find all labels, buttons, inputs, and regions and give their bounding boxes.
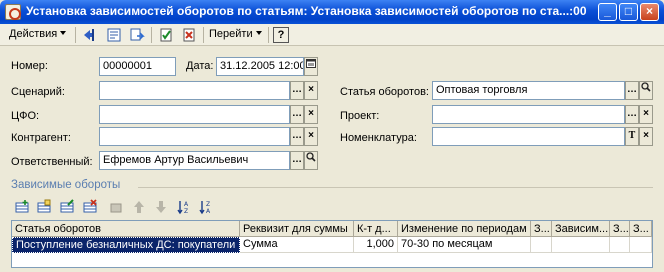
toolbar-separator	[151, 27, 152, 43]
project-field[interactable]	[432, 105, 625, 124]
edit-row-icon[interactable]	[59, 199, 75, 215]
counterparty-select-button[interactable]: …	[290, 127, 304, 146]
goto-label: Перейти	[209, 28, 253, 40]
table-cell[interactable]: 70-30 по месяцам	[398, 237, 531, 253]
column-header-coefficient[interactable]: К-т д...	[354, 221, 398, 237]
title-bar: Установка зависимостей оборотов по стать…	[0, 0, 664, 24]
section-divider	[138, 187, 653, 188]
sort-ascending-icon[interactable]: AZ	[176, 199, 192, 215]
post-document-icon[interactable]	[158, 27, 174, 43]
search-icon	[306, 152, 316, 162]
calendar-icon	[306, 59, 316, 68]
scenario-label: Сценарий:	[11, 86, 65, 98]
nomenclature-clear-button[interactable]: ×	[639, 127, 653, 146]
column-header-amount-attribute[interactable]: Реквизит для суммы	[240, 221, 354, 237]
window-title: Установка зависимостей оборотов по стать…	[26, 4, 587, 18]
cfo-select-button[interactable]: …	[290, 105, 304, 124]
date-field[interactable]: 31.12.2005 12:00	[216, 57, 304, 76]
toolbar: Действия Перейти ?	[0, 24, 664, 46]
nomenclature-type-button[interactable]: T	[625, 127, 639, 146]
table-row[interactable]: Поступление безналичных ДС: покупатели С…	[12, 237, 652, 253]
cfo-label: ЦФО:	[11, 110, 40, 122]
toolbar-separator	[268, 27, 269, 43]
add-row-icon[interactable]	[14, 199, 30, 215]
table-cell[interactable]: Сумма	[240, 237, 354, 253]
table-cell[interactable]	[531, 237, 552, 253]
table-cell[interactable]	[630, 237, 652, 253]
search-icon	[641, 82, 651, 92]
number-field[interactable]: 00000001	[99, 57, 176, 76]
project-label: Проект:	[340, 110, 380, 122]
cfo-clear-button[interactable]: ×	[304, 105, 318, 124]
table-cell[interactable]	[610, 237, 630, 253]
column-header-turnover-item[interactable]: Статья оборотов	[12, 221, 240, 237]
print-preview-icon[interactable]	[106, 27, 122, 43]
column-header-period-change[interactable]: Изменение по периодам	[398, 221, 531, 237]
actions-label: Действия	[9, 28, 58, 40]
turnover-item-select-button[interactable]: …	[625, 81, 639, 100]
minimize-button[interactable]: _	[598, 3, 617, 21]
dependent-turnovers-table[interactable]: Статья оборотов Реквизит для суммы К-т д…	[11, 220, 653, 268]
chevron-down-icon	[60, 31, 67, 35]
responsible-search-button[interactable]	[304, 151, 318, 170]
toolbar-separator	[75, 27, 76, 43]
actions-menu[interactable]: Действия	[9, 28, 67, 40]
table-cell[interactable]	[552, 237, 610, 253]
column-header-z2[interactable]: З...	[610, 221, 630, 237]
app-icon	[5, 4, 21, 20]
chevron-down-icon	[255, 31, 262, 35]
turnover-item-field[interactable]: Оптовая торговля	[432, 81, 625, 100]
move-up-icon[interactable]	[131, 199, 147, 215]
responsible-label: Ответственный:	[11, 156, 93, 168]
dependent-turnovers-title: Зависимые обороты	[11, 179, 121, 191]
move-down-icon[interactable]	[153, 199, 169, 215]
delete-row-icon[interactable]	[82, 199, 98, 215]
sort-descending-icon[interactable]: ZA	[198, 199, 214, 215]
table-cell[interactable]: 1,000	[354, 237, 398, 253]
svg-text:Z: Z	[206, 201, 210, 208]
project-clear-button[interactable]: ×	[639, 105, 653, 124]
maximize-button[interactable]: □	[619, 3, 638, 21]
calendar-button[interactable]	[304, 57, 318, 76]
turnover-item-label: Статья оборотов:	[340, 86, 429, 98]
counterparty-field[interactable]	[99, 127, 290, 146]
responsible-field[interactable]: Ефремов Артур Васильевич	[99, 151, 290, 170]
move-left-icon[interactable]	[82, 27, 98, 43]
counterparty-clear-button[interactable]: ×	[304, 127, 318, 146]
scenario-select-button[interactable]: …	[290, 81, 304, 100]
project-select-button[interactable]: …	[625, 105, 639, 124]
copy-row-icon[interactable]	[36, 199, 52, 215]
svg-text:A: A	[184, 201, 189, 208]
responsible-select-button[interactable]: …	[290, 151, 304, 170]
nomenclature-label: Номенклатура:	[340, 132, 417, 144]
goto-menu[interactable]: Перейти	[209, 28, 262, 40]
end-edit-icon[interactable]	[108, 199, 124, 215]
close-button[interactable]: ×	[640, 3, 659, 21]
column-header-z1[interactable]: З...	[531, 221, 552, 237]
counterparty-label: Контрагент:	[11, 132, 71, 144]
column-header-dependent[interactable]: Зависим...	[552, 221, 610, 237]
turnover-item-search-button[interactable]	[639, 81, 653, 100]
nomenclature-field[interactable]	[432, 127, 625, 146]
document-flow-icon[interactable]	[129, 27, 145, 43]
svg-text:A: A	[206, 208, 211, 215]
help-button[interactable]: ?	[273, 27, 289, 43]
svg-text:Z: Z	[184, 208, 188, 215]
column-header-z3[interactable]: З...	[630, 221, 652, 237]
date-label: Дата:	[186, 60, 214, 72]
scenario-clear-button[interactable]: ×	[304, 81, 318, 100]
number-label: Номер:	[11, 60, 48, 72]
table-header: Статья оборотов Реквизит для суммы К-т д…	[12, 221, 652, 237]
toolbar-separator	[203, 27, 204, 43]
table-cell[interactable]: Поступление безналичных ДС: покупатели	[12, 237, 240, 253]
unpost-document-icon[interactable]	[181, 27, 197, 43]
cfo-field[interactable]	[99, 105, 290, 124]
scenario-field[interactable]	[99, 81, 290, 100]
